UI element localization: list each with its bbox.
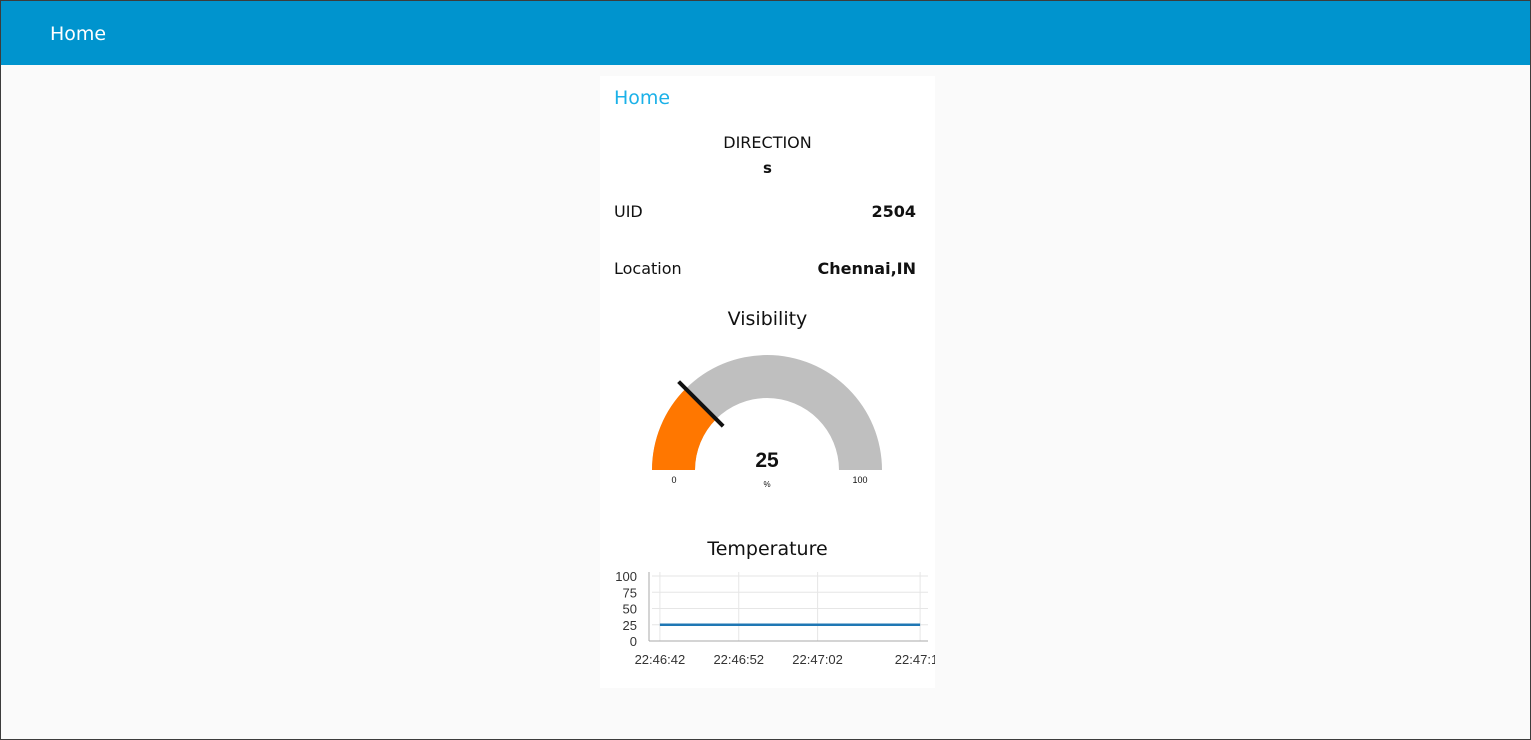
visibility-gauge: 25 % 0 100 — [652, 355, 882, 489]
temperature-chart: 02550 75100 22:46:42 22:46:52 22:47:02 22:47:… — [615, 569, 935, 667]
gauge-units: % — [763, 480, 770, 489]
dashboard-window: Home Home DIRECTION s UID 2504 Location … — [0, 0, 1531, 740]
visibility-title: Visibility — [727, 308, 808, 330]
uid-label: UID — [614, 202, 643, 221]
chart-ytick-label: 75 — [623, 585, 637, 600]
chart-ytick-label: 50 — [623, 602, 637, 617]
temperature-title: Temperature — [707, 538, 828, 560]
chart-xtick-label: 22:47:02 — [792, 652, 843, 667]
chart-ytick-label: 0 — [630, 634, 637, 649]
location-label: Location — [614, 259, 682, 278]
chart-xtick-label: 22:46:42 — [635, 652, 686, 667]
location-value: Chennai,IN — [817, 259, 916, 278]
page-title: Home — [50, 23, 107, 45]
gauge-max: 100 — [852, 475, 867, 485]
chart-xtick-label: 22:46:52 — [713, 652, 764, 667]
home-group-card: Home DIRECTION s UID 2504 Location Chenn… — [600, 76, 935, 688]
top-bar: Home — [1, 1, 1530, 65]
chart-xtick-label: 22:47:15 — [895, 652, 935, 667]
direction-value: s — [763, 159, 772, 177]
chart-ytick-label: 100 — [615, 569, 637, 584]
gauge-min: 0 — [671, 475, 676, 485]
chart-ytick-label: 25 — [623, 618, 637, 633]
uid-value: 2504 — [871, 202, 916, 221]
group-title: Home — [614, 87, 671, 109]
direction-label: DIRECTION — [723, 133, 812, 152]
gauge-value: 25 — [755, 449, 779, 472]
